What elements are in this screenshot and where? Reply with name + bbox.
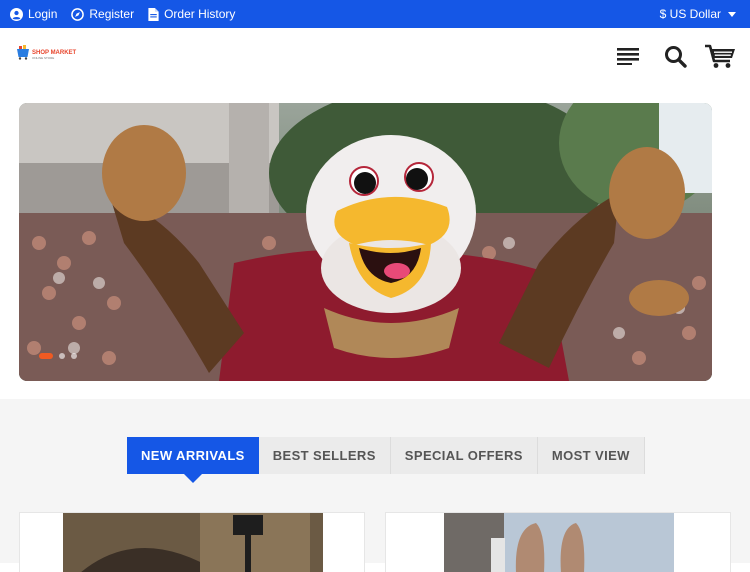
hero-banner[interactable] [19,103,712,381]
tab-label: MOST VIEW [551,448,630,463]
slider-dot-1[interactable] [39,353,53,359]
currency-selector[interactable]: $ US Dollar [660,0,736,28]
user-icon [10,7,23,21]
product-image [444,513,674,572]
tab-new-arrivals[interactable]: NEW ARRIVALS [127,437,259,483]
tab-label: BEST SELLERS [272,448,376,463]
tab-label: NEW ARRIVALS [141,448,245,463]
logo-subtext: ONLINE STORE [32,55,55,60]
order-history-label: Order History [164,7,236,21]
slider-dot-3[interactable] [71,353,77,359]
tab-best-sellers[interactable]: BEST SELLERS [258,437,391,474]
product-image [63,513,323,572]
search-icon[interactable] [664,45,687,73]
document-icon [148,7,159,21]
account-links: Login Register Order History [10,0,235,28]
login-link[interactable]: Login [10,7,57,21]
slider-dot-2[interactable] [59,353,65,359]
currency-label: $ US Dollar [659,7,721,21]
order-history-link[interactable]: Order History [148,7,235,21]
tab-label: SPECIAL OFFERS [404,448,523,463]
product-card[interactable] [385,512,731,572]
basket-logo-icon [16,44,30,65]
slider-dots [39,353,77,359]
tab-special-offers[interactable]: SPECIAL OFFERS [390,437,538,474]
top-bar: Login Register Order History $ US Dollar [0,0,750,28]
cart-icon[interactable] [705,44,736,74]
site-logo[interactable]: SHOP MARKET ONLINE STORE [16,44,76,65]
logo-text: SHOP MARKET [32,49,77,56]
product-tabs: NEW ARRIVALS BEST SELLERS SPECIAL OFFERS… [127,437,645,483]
menu-icon[interactable] [617,47,639,70]
mascot-photo [19,103,712,381]
tab-most-view[interactable]: MOST VIEW [537,437,645,474]
register-label: Register [89,7,135,21]
register-link[interactable]: Register [71,7,134,21]
logo-wordmark: SHOP MARKET ONLINE STORE [32,50,76,60]
product-card[interactable] [19,512,365,572]
compass-icon [71,7,85,21]
login-label: Login [28,7,58,21]
chevron-down-icon [728,11,736,17]
